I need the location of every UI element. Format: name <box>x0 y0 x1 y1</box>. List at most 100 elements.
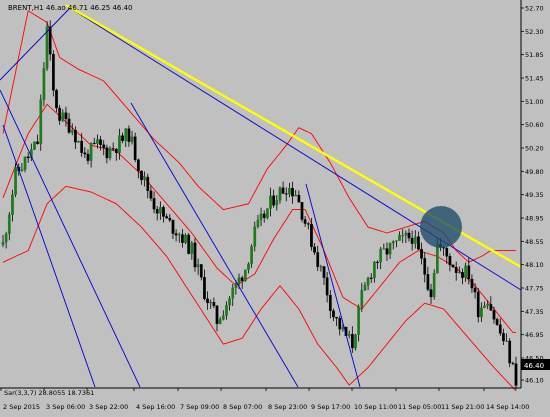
candle <box>187 233 191 255</box>
bull-candle-body <box>42 68 46 100</box>
bear-candle-body <box>127 128 131 142</box>
y-tick-label: 50.20 <box>525 145 544 153</box>
candle <box>42 62 46 107</box>
bear-candle-body <box>489 304 493 311</box>
bear-candle-body <box>467 265 471 280</box>
bear-candle-body <box>454 267 458 273</box>
bull-candle-body <box>354 334 357 349</box>
bull-candle-body <box>184 234 187 243</box>
bear-candle-body <box>313 246 316 253</box>
bear-candle-body <box>473 287 477 293</box>
bull-candle-body <box>39 99 43 145</box>
bull-candle-body <box>288 188 291 195</box>
bull-candle-body <box>196 264 200 268</box>
chart-window[interactable]: 46.40 52.70 52.30 51.85 51.45 51.00 50.60 50.2… <box>0 0 550 413</box>
bear-candle-body <box>240 277 244 282</box>
x-tick-label: 10 Sep 11:00 <box>354 403 397 411</box>
candle <box>354 333 357 351</box>
y-tick-label: 46.50 <box>525 355 544 363</box>
bull-candle-body <box>225 305 228 316</box>
bull-candle-body <box>4 233 8 243</box>
bear-candle-body <box>495 319 499 325</box>
bear-candle-body <box>350 334 354 349</box>
bear-candle-body <box>448 256 452 266</box>
bear-candle-body <box>83 152 87 155</box>
candle <box>451 264 455 268</box>
bull-candle-body <box>143 176 146 181</box>
x-tick-label: 14 Sep 14:00 <box>486 403 529 411</box>
bull-candle-body <box>23 156 27 170</box>
bull-candle-body <box>77 140 80 143</box>
bull-candle-body <box>20 169 24 172</box>
bear-candle-body <box>332 310 335 318</box>
bull-candle-body <box>457 272 461 274</box>
bear-candle-body <box>215 305 219 324</box>
y-tick-label: 47.75 <box>525 285 544 293</box>
bull-candle-body <box>108 148 112 159</box>
highlight-circle <box>420 206 462 248</box>
ohlc-label: 46.ao 46.71 46.25 46.40 <box>46 4 133 12</box>
bull-candle-body <box>61 112 65 121</box>
bear-candle-body <box>410 237 414 244</box>
bear-candle-body <box>310 223 313 248</box>
x-tick-label: 4 Sep 16:00 <box>136 403 175 411</box>
bull-candle-body <box>11 194 14 215</box>
bull-candle-body <box>253 226 257 247</box>
y-tick-label: 52.70 <box>525 5 544 13</box>
bear-candle-body <box>291 188 294 197</box>
bear-candle-body <box>136 159 140 172</box>
bear-candle-body <box>376 261 379 263</box>
y-tick-label: 47.35 <box>525 308 544 316</box>
bull-candle-body <box>1 242 5 245</box>
bear-candle-body <box>417 236 420 250</box>
y-tick-label: 46.10 <box>525 377 544 385</box>
bear-candle-body <box>284 193 288 195</box>
bull-candle-body <box>209 301 213 304</box>
bear-candle-body <box>426 274 430 290</box>
bear-candle-body <box>203 277 206 300</box>
bull-candle-body <box>391 240 395 244</box>
bear-candle-body <box>80 140 84 153</box>
candle <box>432 269 436 300</box>
bear-candle-body <box>407 232 411 239</box>
bear-candle-body <box>48 26 52 55</box>
bull-candle-body <box>124 128 128 141</box>
bear-candle-body <box>171 219 175 234</box>
bull-candle-body <box>33 141 36 150</box>
bull-candle-body <box>404 232 408 236</box>
bull-candle-body <box>379 248 383 263</box>
bull-candle-body <box>464 265 467 278</box>
bear-candle-body <box>508 340 512 364</box>
bear-candle-body <box>121 135 124 141</box>
bear-candle-body <box>338 317 342 330</box>
bear-candle-body <box>303 219 307 224</box>
bull-candle-body <box>228 298 231 306</box>
bull-candle-body <box>319 266 323 268</box>
candle <box>39 94 43 151</box>
bear-candle-body <box>325 277 329 296</box>
last-price-label: 46.40 <box>524 362 544 370</box>
candle <box>52 50 55 97</box>
bear-candle-body <box>165 216 169 219</box>
y-tick-label: 52.30 <box>525 28 544 36</box>
candle <box>45 21 49 71</box>
bear-candle-body <box>328 295 332 311</box>
bear-candle-body <box>199 264 203 278</box>
candle <box>300 202 304 223</box>
bull-candle-body <box>14 166 17 195</box>
bear-candle-body <box>64 112 68 120</box>
bull-candle-body <box>269 195 272 209</box>
bear-candle-body <box>511 362 515 364</box>
bull-candle-body <box>231 287 235 299</box>
bull-candle-body <box>256 219 260 227</box>
y-tick-label: 48.95 <box>525 215 544 223</box>
x-tick-label: 9 Sep 17:00 <box>311 403 350 411</box>
y-tick-label: 51.85 <box>525 51 544 59</box>
bear-candle-body <box>492 310 496 320</box>
bull-candle-body <box>159 207 162 214</box>
bull-candle-body <box>432 272 436 298</box>
bull-candle-body <box>398 235 401 241</box>
price-chart[interactable]: 46.40 52.70 52.30 51.85 51.45 51.00 50.60 50.2… <box>0 0 550 413</box>
bear-candle-body <box>206 298 209 304</box>
bear-candle-body <box>369 277 373 279</box>
